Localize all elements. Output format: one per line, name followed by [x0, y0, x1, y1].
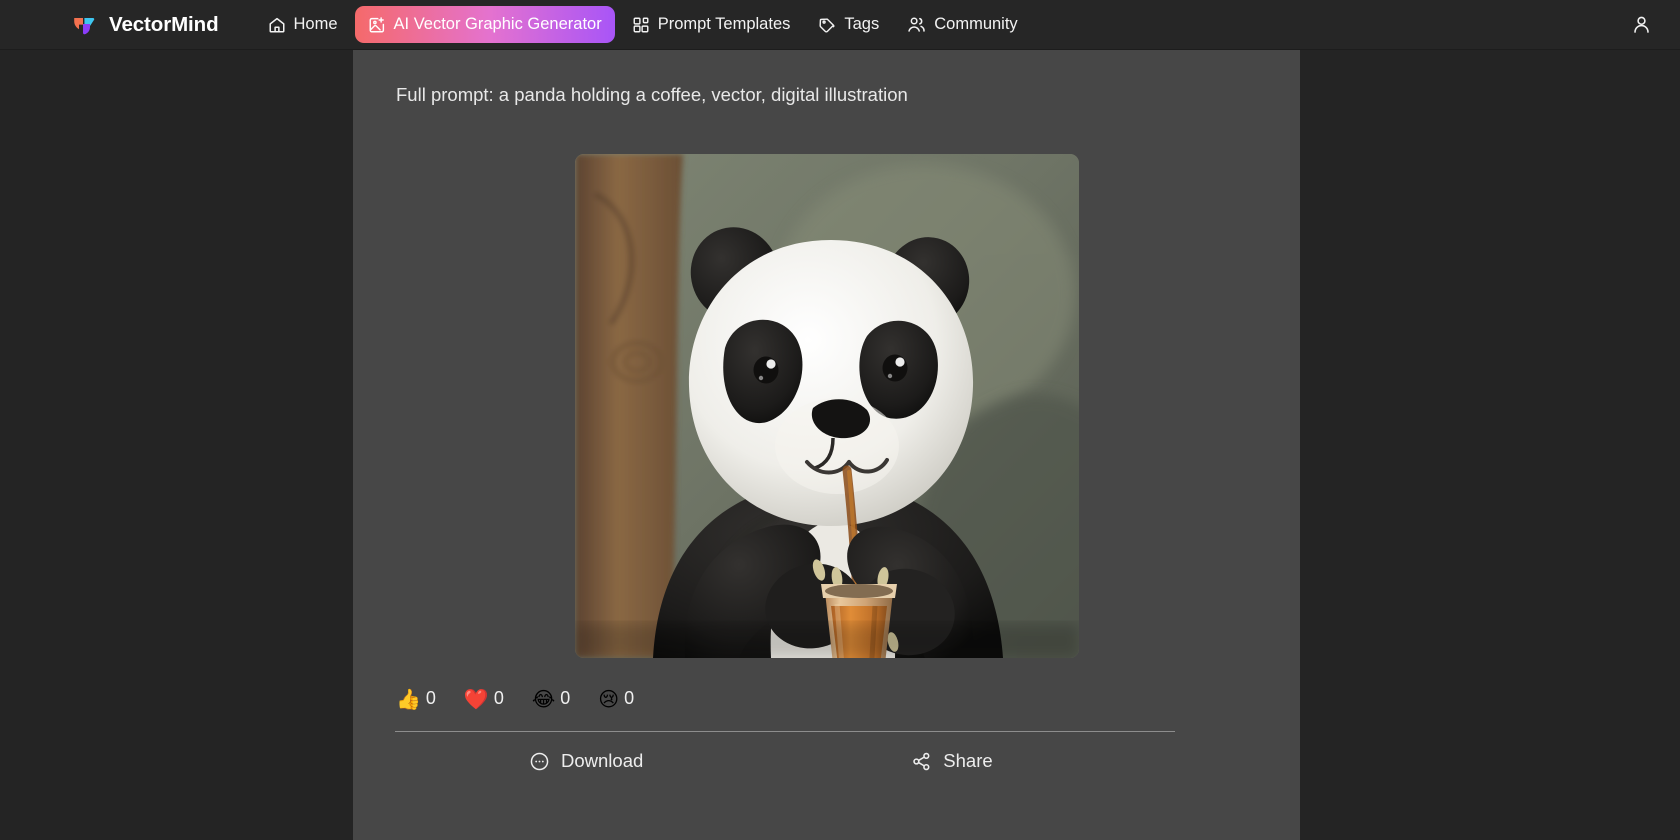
generated-image[interactable] — [574, 154, 1079, 658]
nav-item-community-label: Community — [934, 15, 1018, 33]
full-prompt-text: Full prompt: a panda holding a coffee, v… — [396, 84, 908, 105]
top-navigation-bar: VectorMind Home AI Vector Graphic Genera… — [0, 0, 1680, 50]
image-plus-icon — [368, 16, 386, 34]
tag-icon — [818, 16, 836, 34]
heart-icon: ❤️ — [463, 686, 489, 711]
thumbs-up-icon: 👍 — [396, 686, 421, 711]
download-label: Download — [561, 750, 644, 771]
nav-item-ai-vector-graphic-generator-label: AI Vector Graphic Generator — [393, 15, 602, 33]
reaction-thumbs-up[interactable]: 👍 0 — [396, 688, 436, 709]
share-button[interactable]: Share — [911, 750, 993, 772]
nav-item-community[interactable]: Community — [896, 7, 1028, 42]
vectormind-logo-icon — [72, 12, 98, 38]
brand-logo-link[interactable]: VectorMind — [72, 12, 219, 38]
generated-image-wrapper — [395, 154, 1258, 658]
reactions-row: 👍 0 ❤️ 0 😂 0 😢 0 — [396, 688, 1258, 709]
layout-grid-icon — [632, 16, 650, 34]
action-divider — [395, 731, 1175, 732]
reaction-sad-count: 0 — [624, 688, 635, 708]
joy-icon: 😂 — [531, 686, 556, 711]
nav-item-ai-vector-graphic-generator[interactable]: AI Vector Graphic Generator — [354, 6, 615, 43]
reaction-heart[interactable]: ❤️ 0 — [464, 688, 504, 709]
users-icon — [907, 15, 926, 34]
brand-name: VectorMind — [109, 12, 219, 36]
nav-item-tags-label: Tags — [844, 15, 880, 33]
nav-item-tags[interactable]: Tags — [807, 7, 890, 42]
reaction-sad[interactable]: 😢 0 — [598, 688, 634, 709]
share-nodes-icon — [911, 751, 932, 772]
content-panel: Full prompt: a panda holding a coffee, v… — [353, 50, 1300, 840]
home-icon — [268, 16, 286, 34]
reaction-heart-count: 0 — [493, 688, 504, 708]
nav-item-home[interactable]: Home — [257, 7, 349, 42]
ellipsis-circle-icon — [529, 751, 550, 772]
nav-items: Home AI Vector Graphic Generator Prompt … — [257, 6, 1029, 43]
page-body: Full prompt: a panda holding a coffee, v… — [0, 50, 1680, 840]
nav-item-home-label: Home — [293, 15, 338, 33]
reaction-thumbs-up-count: 0 — [425, 688, 436, 708]
nav-item-prompt-templates-label: Prompt Templates — [657, 15, 791, 33]
reaction-joy[interactable]: 😂 0 — [532, 688, 570, 709]
action-bar: Download Share — [395, 750, 1175, 772]
account-button[interactable] — [1624, 8, 1658, 42]
nav-item-prompt-templates[interactable]: Prompt Templates — [621, 7, 802, 42]
user-icon — [1631, 14, 1652, 35]
share-label: Share — [943, 750, 993, 771]
download-button[interactable]: Download — [529, 750, 643, 772]
sad-icon: 😢 — [598, 686, 620, 711]
reaction-joy-count: 0 — [560, 688, 571, 708]
